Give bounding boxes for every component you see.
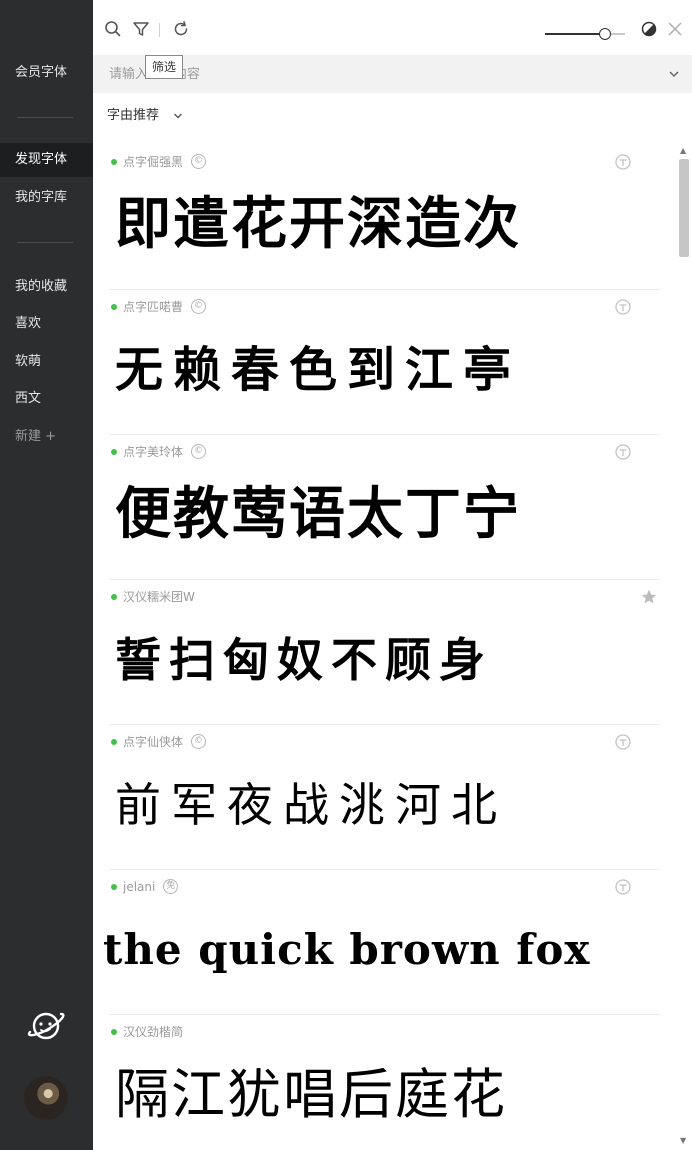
font-card-header: 点字仙侠体 © xyxy=(109,733,207,751)
tag-icon[interactable] xyxy=(614,153,632,171)
sidebar-divider xyxy=(17,242,73,243)
toolbar xyxy=(93,5,692,53)
font-sample: 即遣花开深造次 xyxy=(115,192,521,257)
font-list: 点字倔强黑 © 即遣花开深造次 点字匹喏曹 © 无赖春色到江亭 点字美玲体 © xyxy=(93,145,673,1150)
sidebar-item-collection-cute[interactable]: 软萌 xyxy=(0,345,93,379)
star-icon[interactable] xyxy=(640,588,658,606)
sort-dropdown[interactable]: 字由推荐 xyxy=(107,104,183,128)
sidebar-item-discover[interactable]: 发现字体 xyxy=(0,143,93,177)
font-card-header: 点字倔强黑 © xyxy=(109,153,207,171)
theme-toggle-icon[interactable] xyxy=(639,19,659,39)
font-card[interactable]: 点字仙侠体 © 前军夜战洮河北 xyxy=(109,725,660,870)
tag-icon[interactable] xyxy=(614,298,632,316)
close-icon[interactable] xyxy=(665,19,685,39)
chevron-down-icon[interactable] xyxy=(668,68,680,80)
font-card[interactable]: 点字匹喏曹 © 无赖春色到江亭 xyxy=(109,290,660,435)
tag-icon[interactable] xyxy=(614,443,632,461)
font-card-header: 点字美玲体 © xyxy=(109,443,207,461)
font-name: 汉仪劲楷简 xyxy=(123,1025,184,1039)
font-card[interactable]: 点字美玲体 © 便教莺语太丁宁 xyxy=(109,435,660,580)
new-collection-button[interactable]: 新建 + xyxy=(0,420,93,454)
filter-tooltip: 筛选 xyxy=(145,55,184,79)
font-card[interactable]: jelani 免 the quick brown fox xyxy=(103,870,660,1015)
scroll-down-arrow[interactable]: ▼ xyxy=(680,1137,688,1145)
font-name: 点字倔强黑 xyxy=(123,155,184,169)
status-dot xyxy=(111,593,117,600)
scrollbar-thumb[interactable] xyxy=(679,159,689,257)
font-card-header: jelani 免 xyxy=(109,878,179,896)
font-name: 汉仪糯米团W xyxy=(123,590,195,604)
tag-icon[interactable] xyxy=(614,733,632,751)
sidebar-item-collection-like[interactable]: 喜欢 xyxy=(0,307,93,341)
status-dot xyxy=(111,158,117,165)
sort-label: 字由推荐 xyxy=(107,108,160,123)
sidebar-divider xyxy=(17,117,73,118)
font-sample: the quick brown fox xyxy=(103,925,591,974)
license-badge: © xyxy=(191,299,207,314)
refresh-icon[interactable] xyxy=(171,19,191,39)
font-card[interactable]: 点字倔强黑 © 即遣花开深造次 xyxy=(109,145,660,290)
planet-icon[interactable] xyxy=(25,1005,67,1047)
size-slider-handle[interactable] xyxy=(599,28,611,40)
scroll-up-arrow[interactable]: ▲ xyxy=(680,147,688,155)
scrollbar[interactable]: ▲ ▼ xyxy=(677,145,691,1150)
status-dot xyxy=(111,738,117,745)
license-badge: © xyxy=(191,444,207,459)
sidebar-item-vip-fonts[interactable]: 会员字体 xyxy=(0,56,93,90)
font-sample: 誓扫匈奴不顾身 xyxy=(115,633,493,687)
sidebar-item-my-library[interactable]: 我的字库 xyxy=(0,181,93,215)
sidebar-item-favorites[interactable]: 我的收藏 xyxy=(0,270,93,304)
status-dot xyxy=(111,1028,117,1035)
search-icon[interactable] xyxy=(103,19,123,39)
size-slider[interactable] xyxy=(545,28,625,40)
sidebar: 会员字体 发现字体 我的字库 我的收藏 喜欢 软萌 西文 新建 + xyxy=(0,0,93,1150)
status-dot xyxy=(111,883,117,890)
font-sample: 隔江犹唱后庭花 xyxy=(115,1063,507,1126)
toolbar-separator xyxy=(159,23,160,37)
filter-icon[interactable] xyxy=(131,19,151,39)
font-card[interactable]: 汉仪劲楷简 隔江犹唱后庭花 xyxy=(109,1015,660,1150)
status-dot xyxy=(111,448,117,455)
font-name: jelani xyxy=(123,880,156,894)
license-badge: 免 xyxy=(163,879,179,894)
tag-icon[interactable] xyxy=(614,878,632,896)
chevron-down-icon xyxy=(174,113,183,118)
font-card-header: 汉仪糯米团W xyxy=(109,588,195,606)
font-sample: 无赖春色到江亭 xyxy=(115,342,522,398)
font-card[interactable]: 汉仪糯米团W 誓扫匈奴不顾身 xyxy=(109,580,660,725)
font-sample: 便教莺语太丁宁 xyxy=(115,482,521,547)
font-card-header: 点字匹喏曹 © xyxy=(109,298,207,316)
size-slider-fill xyxy=(545,33,605,35)
font-card-header: 汉仪劲楷简 xyxy=(109,1023,183,1041)
font-name: 点字美玲体 xyxy=(123,445,184,459)
search-input[interactable] xyxy=(109,64,649,84)
status-dot xyxy=(111,303,117,310)
license-badge: © xyxy=(191,734,207,749)
main-panel: 筛选 字由推荐 点字倔强黑 © 即遣花开深造次 点字匹喏曹 © xyxy=(93,0,692,1150)
font-name: 点字匹喏曹 xyxy=(123,300,184,314)
sidebar-item-collection-latin[interactable]: 西文 xyxy=(0,382,93,416)
font-sample: 前军夜战洮河北 xyxy=(115,778,507,832)
license-badge: © xyxy=(191,154,207,169)
font-name: 点字仙侠体 xyxy=(123,735,184,749)
avatar[interactable] xyxy=(24,1076,68,1120)
